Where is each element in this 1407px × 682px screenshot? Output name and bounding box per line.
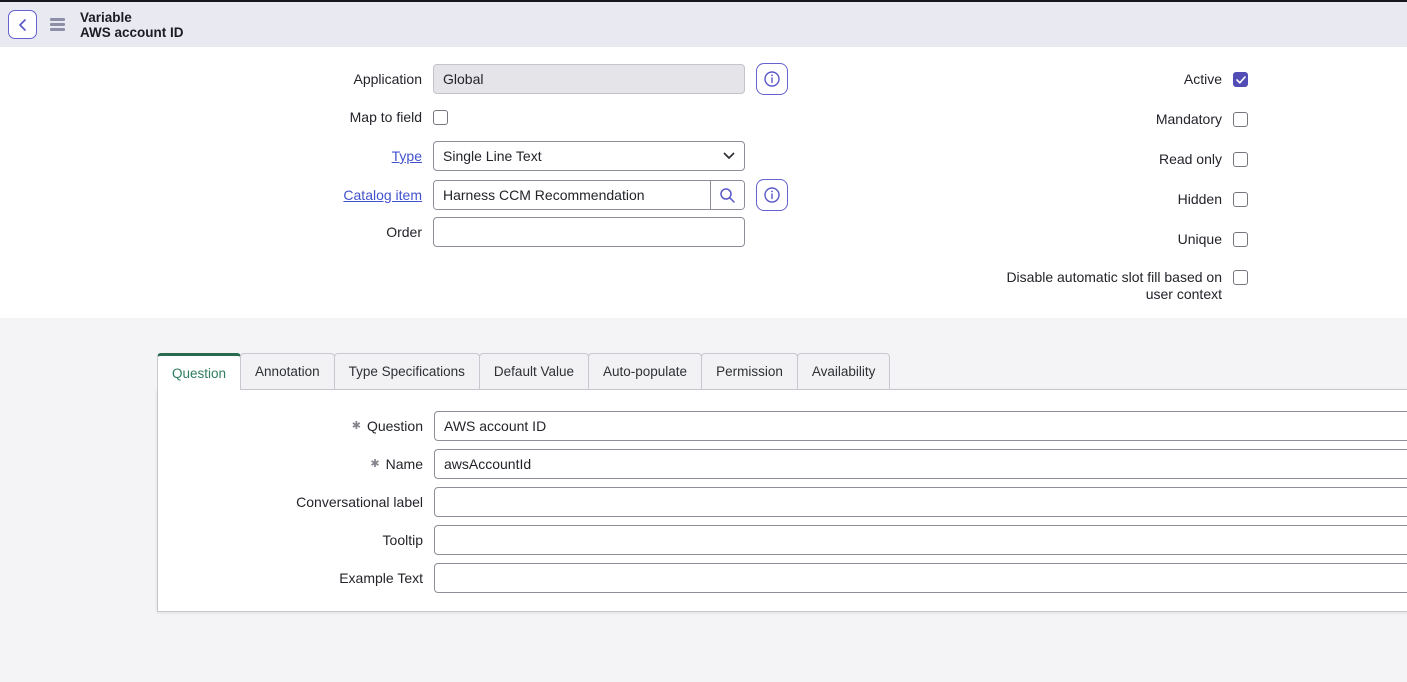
catalog-item-link[interactable]: Catalog item [0,187,422,203]
example-text-label: Example Text [158,570,423,586]
example-text-input[interactable] [434,563,1407,593]
info-icon [763,70,781,88]
catalog-item-info-button[interactable] [756,179,788,211]
example-text-row: Example Text [158,563,1407,593]
tabs-section: Question Annotation Type Specifications … [0,318,1407,612]
mandatory-indicator-icon: ✱ [370,459,379,470]
map-to-field-row: Map to field [0,109,448,125]
variable-form: Application Map to field Type Single Lin… [0,47,1407,318]
catalog-item-group [433,180,745,210]
tab-annotation[interactable]: Annotation [240,353,335,389]
question-tab-panel: ✱ Question ✱ Name Conversational label T… [157,389,1407,612]
active-label: Active [977,71,1222,88]
tab-type-specifications[interactable]: Type Specifications [334,353,480,389]
conversational-label-label: Conversational label [158,494,423,510]
catalog-item-row: Catalog item [0,179,788,211]
name-row: ✱ Name [158,449,1407,479]
question-label: ✱ Question [158,418,423,434]
active-checkbox[interactable] [1233,72,1248,87]
map-to-field-label: Map to field [0,109,422,125]
application-row: Application [0,63,788,95]
hidden-checkbox[interactable] [1233,192,1248,207]
type-row: Type Single Line Text [0,141,745,171]
disable-slot-fill-checkbox[interactable] [1233,270,1248,285]
application-field[interactable] [433,64,745,94]
order-row: Order [0,217,745,247]
check-icon [1236,76,1246,84]
read-only-row: Read only [977,151,1248,168]
tooltip-label: Tooltip [158,532,423,548]
read-only-checkbox[interactable] [1233,152,1248,167]
catalog-item-search-button[interactable] [710,181,744,209]
record-name-title: AWS account ID [80,25,184,40]
tab-default-value[interactable]: Default Value [479,353,589,389]
name-input[interactable] [434,449,1407,479]
conversational-label-row: Conversational label [158,487,1407,517]
unique-checkbox[interactable] [1233,232,1248,247]
catalog-item-input[interactable] [434,181,710,209]
tab-availability[interactable]: Availability [797,353,891,389]
disable-slot-fill-row: Disable automatic slot fill based on use… [977,269,1248,303]
tab-strip: Question Annotation Type Specifications … [157,352,1407,389]
mandatory-indicator-icon: ✱ [352,421,361,432]
tab-question[interactable]: Question [157,353,241,390]
tooltip-input[interactable] [434,525,1407,555]
chevron-down-icon [723,152,735,160]
order-label: Order [0,224,422,240]
tab-permission[interactable]: Permission [701,353,798,389]
active-row: Active [977,71,1248,88]
type-select-value: Single Line Text [443,148,723,164]
application-info-button[interactable] [756,63,788,95]
disable-slot-fill-label: Disable automatic slot fill based on use… [977,269,1222,303]
tooltip-row: Tooltip [158,525,1407,555]
tab-auto-populate[interactable]: Auto-populate [588,353,702,389]
record-type-title: Variable [80,10,184,25]
unique-row: Unique [977,231,1248,248]
type-select[interactable]: Single Line Text [433,141,745,171]
map-to-field-checkbox[interactable] [433,110,448,125]
type-link[interactable]: Type [0,148,422,164]
read-only-label: Read only [977,151,1222,168]
question-input[interactable] [434,411,1407,441]
question-row: ✱ Question [158,411,1407,441]
hidden-label: Hidden [977,191,1222,208]
application-label: Application [0,71,422,87]
context-menu-icon[interactable] [50,18,65,31]
mandatory-checkbox[interactable] [1233,112,1248,127]
order-input[interactable] [433,217,745,247]
page-title: Variable AWS account ID [80,10,184,40]
search-icon [719,187,736,204]
name-label: ✱ Name [158,456,423,472]
hidden-row: Hidden [977,191,1248,208]
header-bar: Variable AWS account ID [0,2,1407,47]
unique-label: Unique [977,231,1222,248]
conversational-label-input[interactable] [434,487,1407,517]
mandatory-row: Mandatory [977,111,1248,128]
chevron-left-icon [17,18,29,32]
info-icon [763,186,781,204]
mandatory-label: Mandatory [977,111,1222,128]
back-button[interactable] [8,10,37,39]
